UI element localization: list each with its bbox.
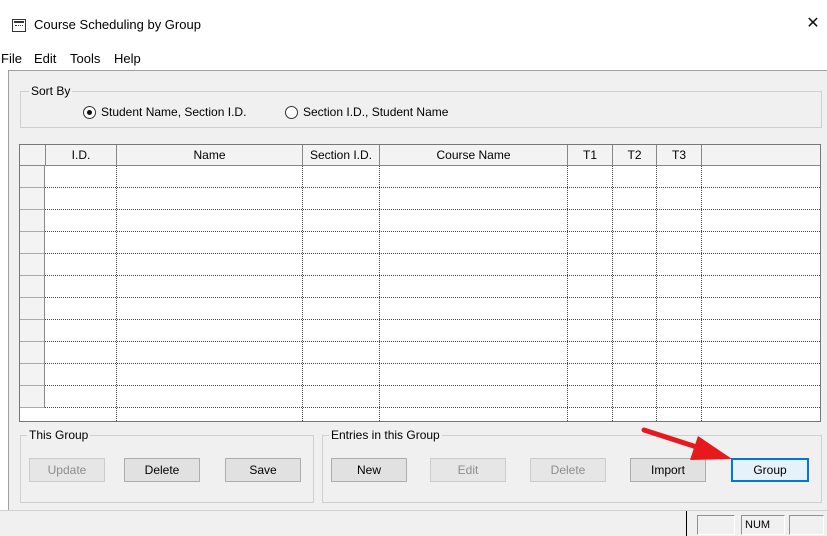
course-grid[interactable]: I.D. Name Section I.D. Course Name T1 T2… xyxy=(19,144,821,422)
table-row[interactable] xyxy=(45,166,820,188)
column-name[interactable]: Name xyxy=(117,145,303,165)
menu-file[interactable]: File xyxy=(1,51,22,66)
menu-edit[interactable]: Edit xyxy=(34,51,56,66)
annotation-arrow-icon xyxy=(641,427,732,460)
table-row[interactable] xyxy=(45,210,820,232)
new-button[interactable]: New xyxy=(331,458,407,482)
table-row[interactable] xyxy=(45,364,820,386)
this-group-legend: This Group xyxy=(27,428,91,442)
row-header[interactable] xyxy=(20,364,45,386)
table-row[interactable] xyxy=(45,188,820,210)
row-header[interactable] xyxy=(20,210,45,232)
grid-corner[interactable] xyxy=(20,145,46,165)
row-header[interactable] xyxy=(20,188,45,210)
row-header[interactable] xyxy=(20,254,45,276)
radio-label: Student Name, Section I.D. xyxy=(101,105,247,119)
delete-group-button[interactable]: Delete xyxy=(124,458,200,482)
status-num: NUM xyxy=(741,515,785,535)
group-button[interactable]: Group xyxy=(731,458,809,482)
table-row[interactable] xyxy=(45,320,820,342)
delete-entry-button[interactable]: Delete xyxy=(530,458,606,482)
column-divider xyxy=(612,166,613,421)
menu-bar: File Edit Tools Help xyxy=(0,44,827,70)
row-header[interactable] xyxy=(20,232,45,254)
column-t2[interactable]: T2 xyxy=(613,145,657,165)
table-row[interactable] xyxy=(45,298,820,320)
table-row[interactable] xyxy=(45,342,820,364)
sort-radio-section-id[interactable]: Section I.D., Student Name xyxy=(285,105,448,119)
row-header[interactable] xyxy=(20,386,45,408)
radio-checked-icon[interactable] xyxy=(83,105,96,119)
menu-tools[interactable]: Tools xyxy=(70,51,100,66)
table-row[interactable] xyxy=(45,276,820,298)
column-course-name[interactable]: Course Name xyxy=(380,145,568,165)
status-pane-blank xyxy=(697,515,735,535)
column-divider xyxy=(656,166,657,421)
row-header[interactable] xyxy=(20,342,45,364)
edit-button[interactable]: Edit xyxy=(430,458,506,482)
entries-legend: Entries in this Group xyxy=(329,428,442,442)
status-divider xyxy=(686,511,687,536)
column-divider xyxy=(379,166,380,421)
row-header[interactable] xyxy=(20,276,45,298)
table-row[interactable] xyxy=(45,254,820,276)
sort-by-legend: Sort By xyxy=(29,84,73,98)
column-section-id[interactable]: Section I.D. xyxy=(303,145,380,165)
save-button[interactable]: Save xyxy=(225,458,301,482)
close-button[interactable]: ✕ xyxy=(799,12,827,36)
column-t3[interactable]: T3 xyxy=(657,145,702,165)
column-id[interactable]: I.D. xyxy=(46,145,117,165)
radio-unchecked-icon[interactable] xyxy=(285,105,298,119)
column-divider xyxy=(701,166,702,421)
row-header[interactable] xyxy=(20,320,45,342)
column-t1[interactable]: T1 xyxy=(568,145,613,165)
table-row[interactable] xyxy=(45,232,820,254)
row-header[interactable] xyxy=(20,166,45,188)
menu-help[interactable]: Help xyxy=(114,51,141,66)
column-blank[interactable] xyxy=(702,145,820,165)
column-divider xyxy=(302,166,303,421)
status-bar: NUM xyxy=(0,510,827,536)
app-icon xyxy=(12,19,26,32)
row-header[interactable] xyxy=(20,298,45,320)
status-pane-blank xyxy=(789,515,824,535)
column-divider xyxy=(567,166,568,421)
update-button[interactable]: Update xyxy=(29,458,105,482)
grid-header: I.D. Name Section I.D. Course Name T1 T2… xyxy=(20,145,820,166)
window-title: Course Scheduling by Group xyxy=(34,17,201,32)
sort-radio-student-name[interactable]: Student Name, Section I.D. xyxy=(83,105,246,119)
radio-label: Section I.D., Student Name xyxy=(303,105,449,119)
title-bar: Course Scheduling by Group ✕ xyxy=(0,0,827,44)
table-row[interactable] xyxy=(45,386,820,408)
column-divider xyxy=(116,166,117,421)
